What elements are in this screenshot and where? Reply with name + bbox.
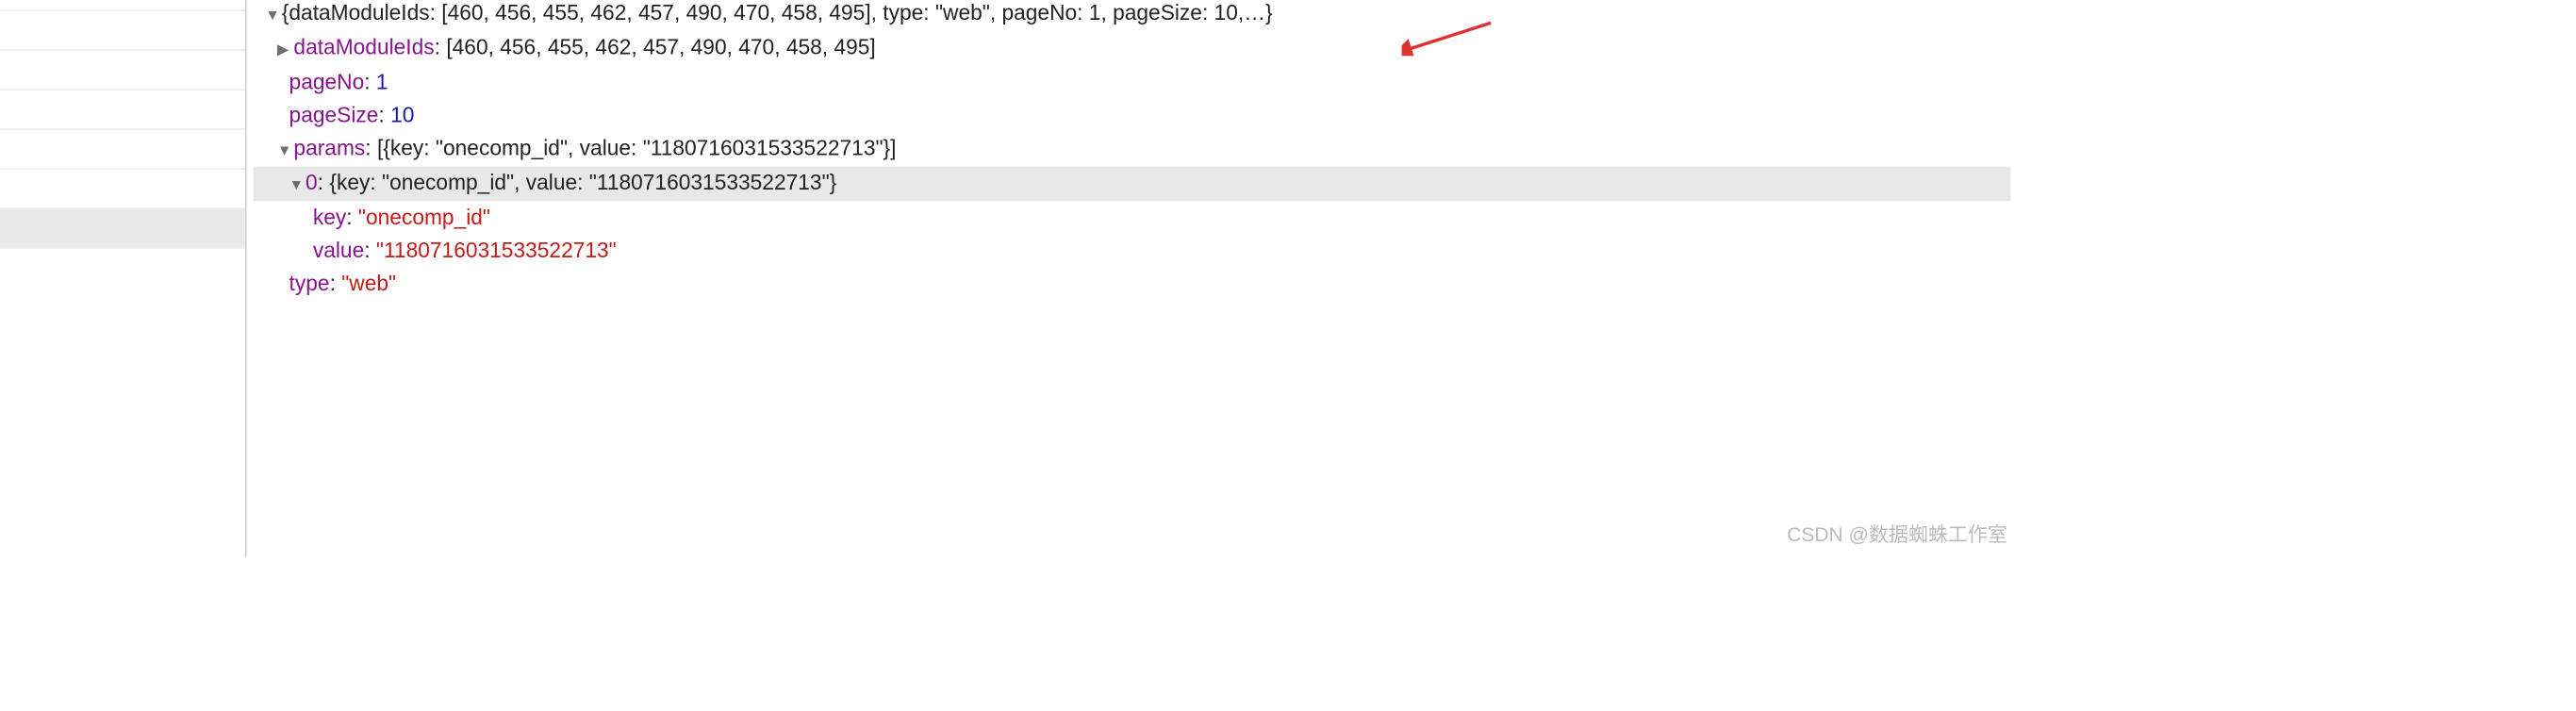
request-list-panel: 名称 ddhomenav2019ddhomefoot2019category3b… [0,0,247,557]
request-row[interactable]: similarityV2 [0,130,245,170]
watermark: CSDN @数据蜘蛛工作室 [1787,520,2007,548]
tree-params[interactable]: ▼params: [{key: "onecomp_id", value: "11… [254,132,2011,167]
tree-type[interactable]: type: "web" [254,267,2011,300]
tree-root[interactable]: ▼{dataModuleIds: [460, 456, 455, 462, 45… [254,0,2011,31]
tree-datamoduleids[interactable]: ▶dataModuleIds: [460, 456, 455, 462, 457… [254,31,2011,66]
payload-tree: 请求载荷 查看源代码 ▼{dataModuleIds: [460, 456, 4… [247,0,2024,313]
request-row[interactable]: companyDetailCardBatch [0,209,245,249]
request-row[interactable]: category3 [0,11,245,51]
tree-pageno[interactable]: pageNo: 1 [254,66,2011,99]
tree-params-0[interactable]: ▼0: {key: "onecomp_id", value: "11807160… [254,167,2011,202]
request-row[interactable]: benificialInfo [0,51,245,91]
request-row[interactable]: id2Name [0,91,245,130]
request-list: ddhomenav2019ddhomefoot2019category3beni… [0,0,245,557]
request-row[interactable]: companyDetailCardBatch [0,170,245,209]
tree-params-0-value[interactable]: value: "1180716031533522713" [254,234,2011,267]
request-detail-panel: × 标头 载荷 预览 响应 启动器 时间 Cookie 请求载荷 查看源代码 ▼… [247,0,2024,557]
tree-params-0-key[interactable]: key: "onecomp_id" [254,201,2011,234]
request-row[interactable]: ddhomefoot2019 [0,0,245,11]
tree-pagesize[interactable]: pageSize: 10 [254,99,2011,132]
